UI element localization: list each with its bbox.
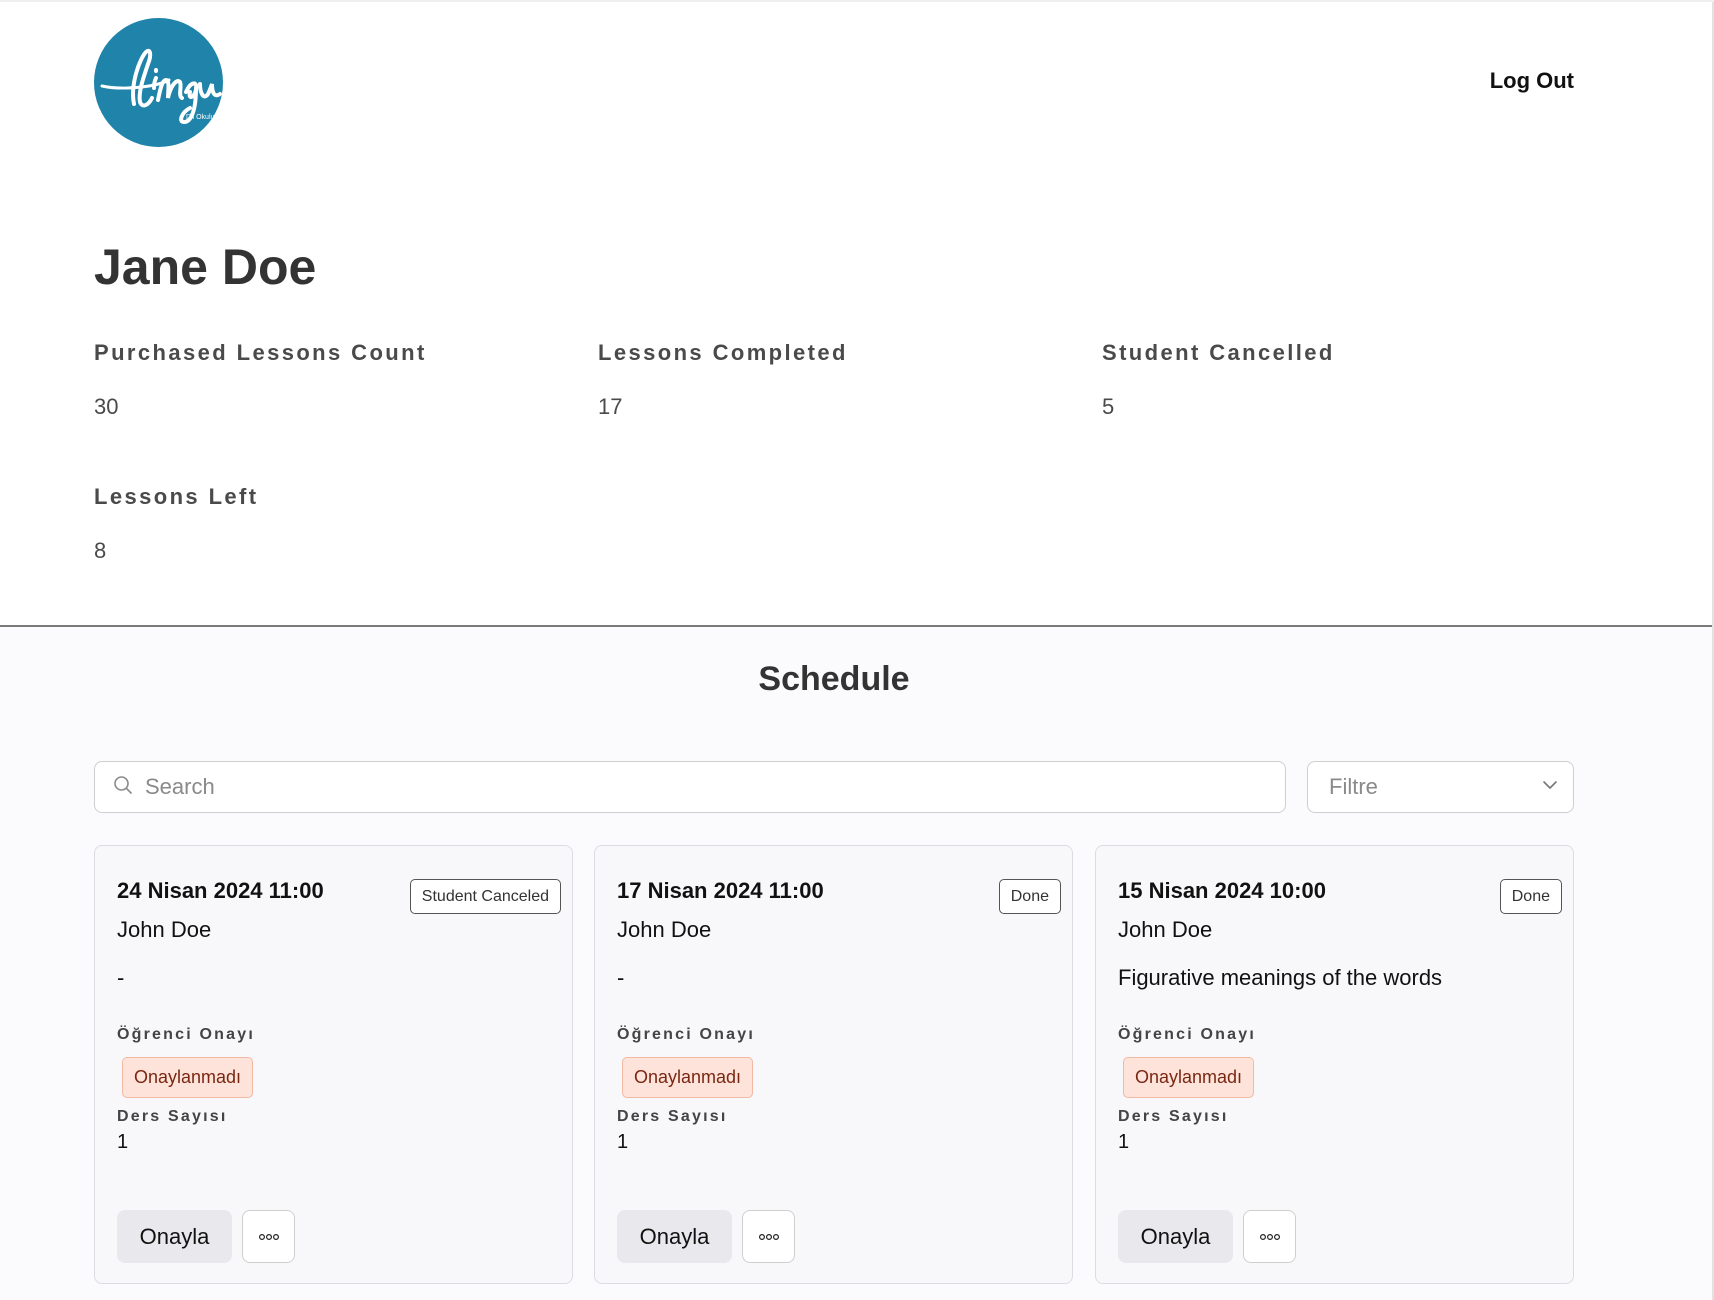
lesson-status-badge: Done bbox=[1499, 879, 1562, 914]
search-icon bbox=[113, 775, 133, 800]
approval-status-badge: Onaylanmadı bbox=[1123, 1057, 1255, 1098]
stat-student-cancelled: Student Cancelled 5 bbox=[1102, 340, 1582, 420]
lesson-date: 17 Nisan 2024 11:00 bbox=[617, 878, 824, 903]
lesson-topic: Figurative meanings of the words bbox=[1118, 965, 1443, 990]
stat-label: Student Cancelled bbox=[1102, 340, 1335, 365]
stat-value: 8 bbox=[94, 538, 107, 563]
student-name: Jane Doe bbox=[94, 239, 317, 295]
stat-label: Purchased Lessons Count bbox=[94, 340, 427, 365]
teacher-name: John Doe bbox=[1118, 917, 1213, 942]
student-approval-label: Öğrenci Onayı bbox=[117, 1026, 255, 1043]
stat-lessons-left: Lessons Left 8 bbox=[94, 484, 574, 564]
page: Dil Okulu Log Out Jane Doe Purchased Les… bbox=[0, 0, 1714, 1300]
stat-purchased-lessons: Purchased Lessons Count 30 bbox=[94, 340, 574, 420]
section-divider bbox=[0, 625, 1712, 627]
student-approval-label: Öğrenci Onayı bbox=[1118, 1026, 1256, 1043]
lesson-date: 15 Nisan 2024 10:00 bbox=[1118, 878, 1326, 903]
more-options-icon bbox=[1259, 1229, 1281, 1244]
filter-select[interactable]: Filtre bbox=[1307, 761, 1574, 813]
stat-label: Lessons Completed bbox=[598, 340, 848, 365]
approve-button[interactable]: Onayla bbox=[117, 1210, 232, 1263]
approve-button[interactable]: Onayla bbox=[1118, 1210, 1233, 1263]
stat-value: 5 bbox=[1102, 394, 1115, 419]
stat-value: 17 bbox=[598, 394, 623, 419]
filter-placeholder: Filtre bbox=[1329, 774, 1378, 799]
student-approval-label: Öğrenci Onayı bbox=[617, 1026, 755, 1043]
stat-value: 30 bbox=[94, 394, 119, 419]
lesson-status-badge: Student Canceled bbox=[409, 879, 561, 914]
lesson-topic: - bbox=[617, 965, 625, 990]
lesson-count-label: Ders Sayısı bbox=[117, 1108, 228, 1125]
lesson-status-badge: Done bbox=[998, 879, 1061, 914]
lesson-date: 24 Nisan 2024 11:00 bbox=[117, 878, 324, 903]
teacher-name: John Doe bbox=[117, 917, 212, 942]
lesson-count-value: 1 bbox=[1118, 1131, 1130, 1153]
approval-status-badge: Onaylanmadı bbox=[122, 1057, 254, 1098]
lesson-count-label: Ders Sayısı bbox=[1118, 1108, 1229, 1125]
search-input[interactable] bbox=[143, 773, 1243, 801]
lesson-count-value: 1 bbox=[117, 1131, 129, 1153]
teacher-name: John Doe bbox=[617, 917, 712, 942]
search-box[interactable] bbox=[94, 761, 1286, 813]
more-options-button[interactable] bbox=[1243, 1210, 1296, 1263]
chevron-down-icon bbox=[1541, 776, 1559, 799]
lesson-topic: - bbox=[117, 965, 125, 990]
more-options-icon bbox=[758, 1229, 780, 1244]
lesson-card: 24 Nisan 2024 11:00 Student Canceled Joh… bbox=[94, 845, 573, 1284]
lesson-count-label: Ders Sayısı bbox=[617, 1108, 728, 1125]
stat-label: Lessons Left bbox=[94, 484, 259, 509]
lesson-card: 17 Nisan 2024 11:00 Done John Doe - Öğre… bbox=[594, 845, 1073, 1284]
logout-button[interactable]: Log Out bbox=[1490, 68, 1574, 94]
lingu-logo-icon[interactable]: Dil Okulu bbox=[94, 18, 223, 147]
more-options-button[interactable] bbox=[242, 1210, 295, 1263]
more-options-icon bbox=[258, 1229, 280, 1244]
approval-status-badge: Onaylanmadı bbox=[622, 1057, 754, 1098]
schedule-title: Schedule bbox=[758, 660, 910, 698]
logo-subtitle: Dil Okulu bbox=[186, 114, 215, 121]
more-options-button[interactable] bbox=[742, 1210, 795, 1263]
stat-lessons-completed: Lessons Completed 17 bbox=[598, 340, 1078, 420]
lesson-count-value: 1 bbox=[617, 1131, 629, 1153]
lesson-card: 15 Nisan 2024 10:00 Done John Doe Figura… bbox=[1095, 845, 1574, 1284]
approve-button[interactable]: Onayla bbox=[617, 1210, 732, 1263]
